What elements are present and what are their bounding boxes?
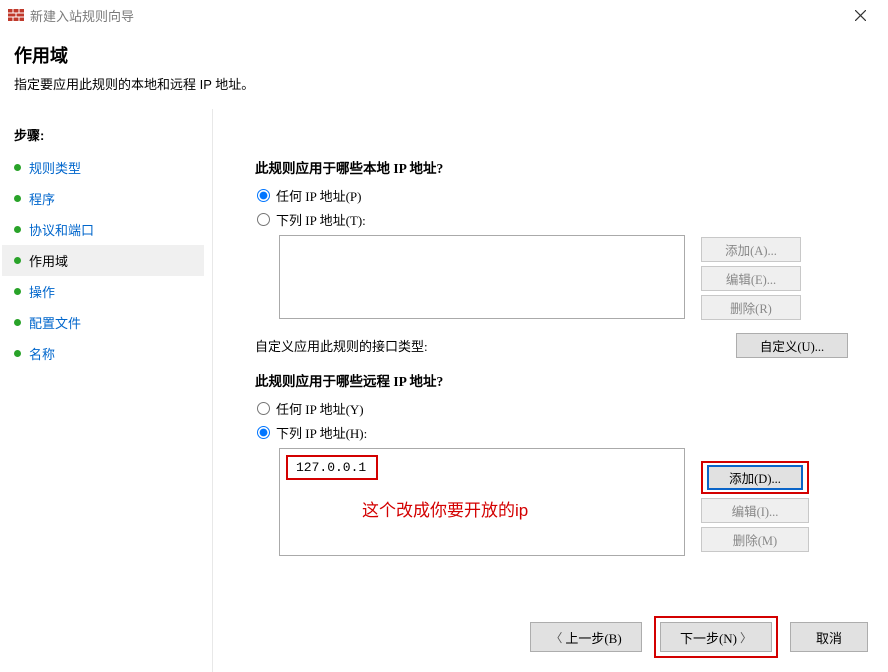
local-any-ip-radio[interactable]: 任何 IP 地址(P) [255, 183, 866, 207]
cancel-button[interactable]: 取消 [790, 622, 868, 652]
bullet-icon [14, 195, 21, 202]
remote-edit-button[interactable]: 编辑(I)... [701, 498, 809, 523]
bullet-icon [14, 288, 21, 295]
titlebar: 新建入站规则向导 [0, 0, 888, 30]
steps-heading: 步骤: [2, 121, 204, 152]
page-subtitle: 指定要应用此规则的本地和远程 IP 地址。 [14, 74, 872, 93]
next-button[interactable]: 下一步(N) 〉 [660, 622, 772, 652]
close-button[interactable] [840, 1, 880, 29]
annotation-hint: 这个改成你要开放的ip [362, 496, 682, 521]
remote-these-ip-radio[interactable]: 下列 IP 地址(H): [255, 420, 866, 444]
step-label: 名称 [29, 344, 55, 363]
step-action[interactable]: 操作 [2, 276, 204, 307]
customize-label: 自定义应用此规则的接口类型: [255, 336, 428, 355]
local-ip-title: 此规则应用于哪些本地 IP 地址? [255, 157, 866, 177]
step-label: 操作 [29, 282, 55, 301]
radio-local-any[interactable] [257, 189, 270, 202]
local-ip-listbox[interactable] [279, 235, 685, 319]
radio-remote-these[interactable] [257, 426, 270, 439]
step-protocol-ports[interactable]: 协议和端口 [2, 214, 204, 245]
bullet-icon [14, 164, 21, 171]
back-button[interactable]: 〈 上一步(B) [530, 622, 642, 652]
remote-buttons: 添加(D)... 编辑(I)... 删除(M) [701, 461, 809, 552]
radio-label: 任何 IP 地址(P) [276, 186, 361, 205]
radio-local-these[interactable] [257, 213, 270, 226]
local-remove-button[interactable]: 删除(R) [701, 295, 801, 320]
remote-ip-entry[interactable]: 127.0.0.1 [286, 455, 378, 480]
step-scope[interactable]: 作用域 [2, 245, 204, 276]
local-add-button[interactable]: 添加(A)... [701, 237, 801, 262]
wizard-footer: 〈 上一步(B) 下一步(N) 〉 取消 [530, 616, 868, 658]
step-label: 作用域 [29, 251, 68, 270]
step-program[interactable]: 程序 [2, 183, 204, 214]
customize-button[interactable]: 自定义(U)... [736, 333, 848, 358]
remote-ip-listbox[interactable]: 127.0.0.1 这个改成你要开放的ip [279, 448, 685, 556]
next-label: 下一步(N) [680, 628, 737, 647]
remote-add-button[interactable]: 添加(D)... [707, 465, 803, 490]
annotation-highlight-add: 添加(D)... [701, 461, 809, 494]
chevron-left-icon: 〈 [550, 629, 565, 646]
wizard-header: 作用域 指定要应用此规则的本地和远程 IP 地址。 [0, 30, 888, 109]
remote-ip-title: 此规则应用于哪些远程 IP 地址? [255, 370, 866, 390]
firewall-icon [8, 7, 24, 23]
radio-label: 任何 IP 地址(Y) [276, 399, 364, 418]
local-edit-button[interactable]: 编辑(E)... [701, 266, 801, 291]
radio-label: 下列 IP 地址(H): [276, 423, 367, 442]
remote-remove-button[interactable]: 删除(M) [701, 527, 809, 552]
bullet-icon [14, 350, 21, 357]
radio-remote-any[interactable] [257, 402, 270, 415]
window-title: 新建入站规则向导 [30, 6, 134, 25]
step-profile[interactable]: 配置文件 [2, 307, 204, 338]
main-panel: 此规则应用于哪些本地 IP 地址? 任何 IP 地址(P) 下列 IP 地址(T… [213, 109, 888, 672]
radio-label: 下列 IP 地址(T): [276, 210, 366, 229]
step-rule-type[interactable]: 规则类型 [2, 152, 204, 183]
step-label: 规则类型 [29, 158, 81, 177]
chevron-right-icon: 〉 [737, 629, 752, 646]
step-name[interactable]: 名称 [2, 338, 204, 369]
annotation-highlight-next: 下一步(N) 〉 [654, 616, 778, 658]
step-label: 配置文件 [29, 313, 81, 332]
step-label: 协议和端口 [29, 220, 94, 239]
remote-any-ip-radio[interactable]: 任何 IP 地址(Y) [255, 396, 866, 420]
bullet-icon [14, 226, 21, 233]
bullet-icon [14, 319, 21, 326]
local-these-ip-radio[interactable]: 下列 IP 地址(T): [255, 207, 866, 231]
page-title: 作用域 [14, 42, 872, 68]
bullet-icon [14, 257, 21, 264]
steps-sidebar: 步骤: 规则类型 程序 协议和端口 作用域 操作 [0, 109, 212, 672]
local-buttons: 添加(A)... 编辑(E)... 删除(R) [701, 237, 801, 320]
back-label: 上一步(B) [565, 628, 621, 647]
step-label: 程序 [29, 189, 55, 208]
